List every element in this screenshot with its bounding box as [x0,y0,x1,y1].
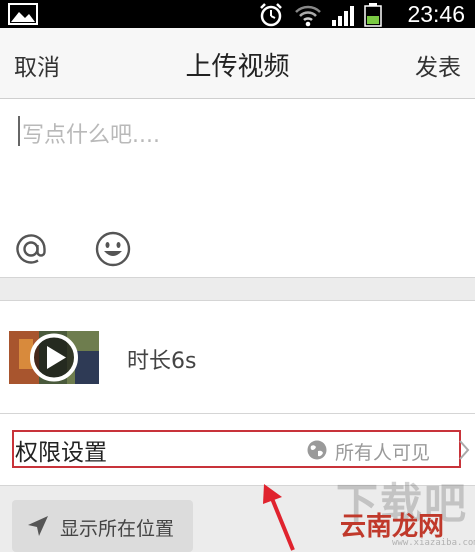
compose-placeholder: 写点什么吧.... [22,123,160,148]
section-divider [0,278,475,301]
play-icon[interactable] [28,331,80,384]
bottom-bar: 显示所在位置 [0,486,475,552]
status-bar: 23:46 [0,0,475,28]
compose-area[interactable]: 写点什么吧.... [0,99,475,278]
signal-icon [332,6,354,26]
gallery-notification-icon [8,3,38,25]
emoji-icon[interactable] [94,230,132,268]
battery-icon [364,3,382,27]
post-button[interactable]: 发表 [415,48,461,82]
alarm-icon [260,3,282,27]
permission-label: 权限设置 [15,440,107,466]
show-location-label: 显示所在位置 [60,518,175,540]
video-item: 时长6s [0,301,475,414]
chevron-right-icon [459,440,470,460]
globe-icon [307,440,327,460]
permission-settings-row[interactable]: 权限设置 所有人可见 [0,414,475,486]
status-time: 23:46 [407,1,465,27]
video-duration: 时长6s [127,349,197,374]
page-title: 上传视频 [185,52,290,82]
text-cursor [18,116,20,146]
wifi-icon [295,5,321,27]
navigation-bar: 取消 上传视频 发表 [0,28,475,99]
video-thumbnail[interactable] [9,331,99,384]
location-arrow-icon [28,516,48,536]
permission-value: 所有人可见 [335,442,431,464]
at-icon[interactable] [12,230,50,268]
show-location-button[interactable]: 显示所在位置 [12,500,193,552]
